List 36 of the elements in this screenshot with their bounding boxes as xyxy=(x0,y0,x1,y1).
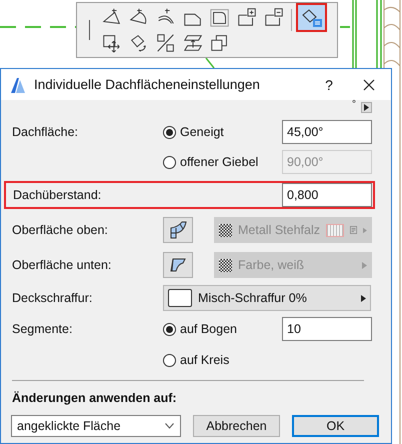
top-surface-icon[interactable] xyxy=(163,217,193,243)
radio-label: offener Giebel xyxy=(180,155,258,169)
segments-field[interactable]: 10 xyxy=(282,317,372,341)
radio-label: Geneigt xyxy=(180,125,224,139)
chevron-down-icon xyxy=(165,423,174,429)
close-icon[interactable] xyxy=(363,78,375,90)
document-icon xyxy=(350,225,358,235)
cancel-button[interactable]: Abbrechen xyxy=(193,415,280,437)
bottom-surface-icon[interactable] xyxy=(163,252,193,278)
field-label: Deckschraffur: xyxy=(12,291,94,305)
apply-dropdown[interactable]: angeklickte Fläche xyxy=(11,415,181,437)
pattern-swatch xyxy=(326,224,344,236)
radio-button[interactable] xyxy=(163,354,176,366)
fill-dropdown[interactable]: Misch-Schraffur 0% xyxy=(163,285,371,311)
radio-label: auf Kreis xyxy=(180,353,230,367)
ok-button[interactable]: OK xyxy=(292,415,379,437)
unit-mark: ° xyxy=(352,100,356,110)
field-label: Segmente: xyxy=(12,322,74,336)
radio-label: auf Bogen xyxy=(180,322,237,336)
field-label: Dachüberstand: xyxy=(13,188,102,202)
field-label: Dachfläche: xyxy=(12,125,80,139)
overhang-field[interactable]: 0,800 xyxy=(282,183,372,207)
angle-field[interactable]: 45,00° xyxy=(282,120,372,144)
help-button[interactable]: ? xyxy=(311,76,347,92)
arrow-icon xyxy=(361,294,366,302)
field-label: Oberfläche unten: xyxy=(12,258,112,272)
expand-button[interactable] xyxy=(361,102,372,113)
arrow-icon xyxy=(363,226,367,234)
section-heading: Änderungen anwenden auf: xyxy=(12,390,178,407)
window-title: Individuelle Dachflächeneinstellungen xyxy=(34,77,261,92)
arrow-icon xyxy=(362,262,367,268)
app-logo-icon xyxy=(9,76,27,94)
radio-button[interactable] xyxy=(163,322,176,336)
field-label: Oberfläche oben: xyxy=(12,223,109,237)
radio-button[interactable] xyxy=(163,126,176,138)
roof-settings-icon[interactable] xyxy=(296,3,327,32)
